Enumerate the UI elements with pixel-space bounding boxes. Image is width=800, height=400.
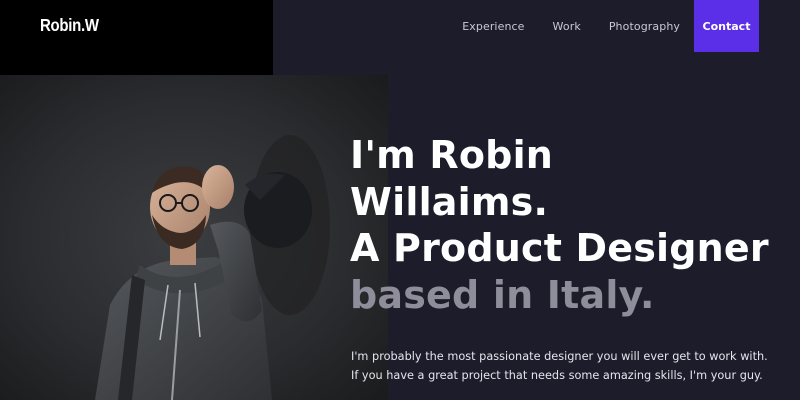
logo-block: Robin.W (0, 0, 273, 75)
profile-photo-illustration (0, 75, 388, 400)
portfolio-page: Robin.W Experience Work Photography Cont… (0, 0, 800, 400)
main-nav: Experience Work Photography Contact (462, 0, 759, 52)
hero-line-4: based in Italy. (350, 272, 655, 317)
contact-button[interactable]: Contact (694, 0, 759, 52)
intro-paragraph: I'm probably the most passionate designe… (351, 350, 768, 382)
hero-line-2: Willaims. (350, 179, 549, 224)
nav-link-experience[interactable]: Experience (462, 20, 524, 33)
nav-link-photography[interactable]: Photography (609, 20, 680, 33)
hero-line-3: A Product Designer (350, 226, 769, 270)
hero-line-1: I'm Robin (350, 133, 554, 177)
nav-link-work[interactable]: Work (553, 20, 581, 33)
brand-logo[interactable]: Robin.W (40, 16, 99, 36)
profile-photo (0, 75, 388, 400)
hero-heading: I'm Robin Willaims. A Product Designer b… (350, 132, 790, 318)
